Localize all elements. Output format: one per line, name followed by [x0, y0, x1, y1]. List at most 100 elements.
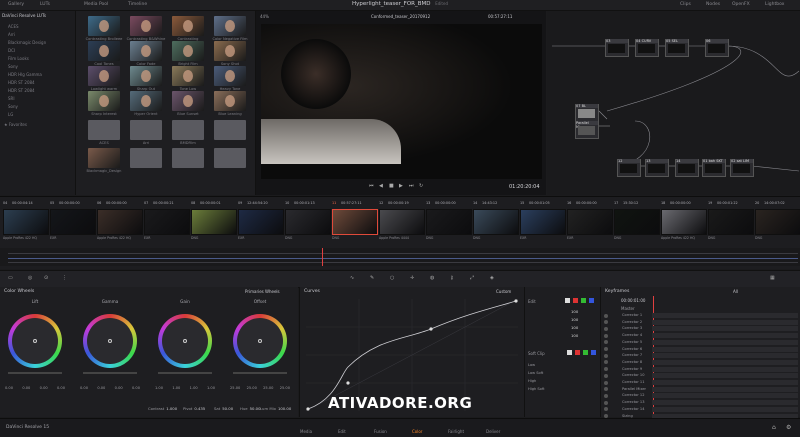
wheel-value[interactable]: 1.00 — [155, 386, 163, 390]
wheel-puck[interactable] — [258, 339, 262, 343]
timeline-clip[interactable] — [97, 209, 143, 235]
lut-category-favorites[interactable]: ★ Favorites — [4, 122, 27, 127]
page-fusion[interactable]: Fusion — [374, 429, 387, 434]
keyframe-track[interactable] — [652, 319, 798, 325]
color-wheel[interactable] — [233, 314, 287, 368]
channel-y-swatch[interactable] — [565, 298, 570, 303]
node-04-curv[interactable]: 04 CURV — [635, 39, 659, 57]
camera-raw-icon[interactable]: ▭ — [8, 275, 13, 281]
lut-thumbnail[interactable] — [88, 148, 120, 168]
tab-nodes[interactable]: Nodes — [706, 2, 720, 7]
wheel-master-slider[interactable] — [8, 372, 62, 374]
keyframe-track[interactable] — [652, 380, 798, 385]
lut-category[interactable]: HDR ST 2084 — [8, 80, 35, 85]
wheel-puck[interactable] — [108, 339, 112, 343]
keyframe-toggle[interactable] — [604, 333, 608, 338]
lut-folder-icon[interactable] — [130, 148, 162, 168]
lut-category[interactable]: DCI — [8, 48, 15, 53]
wheel-master-slider[interactable] — [158, 372, 212, 374]
node-06[interactable]: 06 — [705, 39, 729, 57]
param-value[interactable]: 50.00 — [250, 406, 261, 411]
timeline-clip[interactable] — [50, 209, 96, 235]
keyframe-track[interactable] — [652, 406, 798, 412]
wheel-value[interactable]: 0.00 — [22, 386, 30, 390]
lut-category[interactable]: HDR Hlg Gamma — [8, 72, 42, 77]
lut-category[interactable]: Sony — [8, 64, 18, 69]
color-wheels-icon[interactable]: ⊙ — [44, 275, 48, 281]
keyframe-track[interactable] — [652, 386, 798, 392]
wheel-puck[interactable] — [33, 339, 37, 343]
keyframe-toggle[interactable] — [604, 400, 608, 405]
lut-thumbnail[interactable] — [172, 41, 204, 61]
node-07-bl[interactable]: 07 BL — [575, 104, 599, 122]
lut-thumbnail[interactable] — [130, 66, 162, 86]
timeline-clip[interactable] — [426, 209, 472, 235]
lut-folder-icon[interactable] — [172, 148, 204, 168]
keyframe-toggle[interactable] — [604, 373, 608, 378]
lut-category[interactable]: LG — [8, 112, 13, 117]
lut-thumbnail[interactable] — [88, 41, 120, 61]
node-02-sat-lim[interactable]: 02 sat LIM — [730, 159, 754, 177]
curves-icon[interactable]: ∿ — [350, 275, 354, 281]
lut-category[interactable]: Arri — [8, 32, 15, 37]
keyframe-track[interactable] — [652, 313, 798, 318]
wheel-value[interactable]: 0.00 — [115, 386, 123, 390]
wheel-value[interactable]: 0.00 — [80, 386, 88, 390]
sizing-icon[interactable]: ⤢ — [470, 275, 474, 281]
keyframe-track[interactable] — [652, 339, 798, 345]
lut-thumbnail[interactable] — [130, 16, 162, 36]
primaries-wheels-select[interactable]: Primaries Wheels — [245, 289, 280, 294]
qualifier-icon[interactable]: ✎ — [370, 275, 374, 281]
lut-category[interactable]: ACES — [8, 24, 19, 29]
lut-folder-icon[interactable] — [214, 120, 246, 140]
keyframe-toggle[interactable] — [604, 313, 608, 318]
keyframe-toggle[interactable] — [604, 353, 608, 358]
timeline-clip[interactable] — [285, 209, 331, 235]
page-deliver[interactable]: Deliver — [486, 429, 500, 434]
timeline-clip[interactable] — [332, 209, 378, 235]
3d-icon[interactable]: ◈ — [490, 275, 494, 281]
keyframe-track[interactable] — [652, 333, 798, 339]
rgb-mixer-icon[interactable]: ⋮ — [62, 275, 67, 281]
timeline-clip[interactable] — [614, 209, 660, 235]
page-color[interactable]: Color — [412, 429, 422, 434]
blur-icon[interactable]: ◍ — [430, 275, 434, 281]
lut-thumbnail[interactable] — [130, 91, 162, 111]
skip-back-icon[interactable]: ⏮ — [369, 183, 374, 189]
lut-folder-icon[interactable] — [172, 120, 204, 140]
keyframe-track[interactable] — [652, 373, 798, 379]
channel-g-swatch[interactable] — [581, 298, 586, 303]
lut-category[interactable]: SRI — [8, 96, 15, 101]
node-14[interactable]: 14 — [675, 159, 699, 177]
page-edit[interactable]: Edit — [338, 429, 346, 434]
wheel-master-slider[interactable] — [83, 372, 137, 374]
lut-thumbnail[interactable] — [172, 66, 204, 86]
wheel-value[interactable]: 1.00 — [190, 386, 198, 390]
wheel-value[interactable]: 0.00 — [57, 386, 65, 390]
node-12[interactable]: 12 — [617, 159, 641, 177]
wheel-value[interactable]: 25.00 — [247, 386, 257, 390]
param-sat[interactable]: Sat 50.00 — [214, 406, 233, 411]
channel-r-swatch[interactable] — [573, 298, 578, 303]
lut-thumbnail[interactable] — [214, 66, 246, 86]
wheel-value[interactable]: 25.00 — [263, 386, 273, 390]
wheel-value[interactable]: 25.00 — [280, 386, 290, 390]
keyframe-track[interactable] — [652, 400, 798, 406]
curve-value[interactable]: 100 — [571, 317, 578, 322]
window-icon[interactable]: ○ — [390, 275, 394, 281]
lut-folder-icon[interactable] — [214, 148, 246, 168]
color-wheel[interactable] — [158, 314, 212, 368]
wheel-puck[interactable] — [183, 339, 187, 343]
soft-clip-g-swatch[interactable] — [583, 350, 588, 355]
timeline-clip[interactable] — [379, 209, 425, 235]
tab-clips[interactable]: Clips — [680, 2, 691, 7]
viewer-zoom[interactable]: 44% — [260, 14, 269, 19]
key-icon[interactable]: ⚷ — [450, 275, 454, 281]
keyframe-toggle[interactable] — [604, 347, 608, 351]
lut-folder-icon[interactable] — [130, 120, 162, 140]
wheel-value[interactable]: 0.00 — [97, 386, 105, 390]
skip-forward-icon[interactable]: ⏭ — [409, 183, 414, 189]
color-match-icon[interactable]: ◎ — [28, 275, 32, 281]
wheel-value[interactable]: 1.00 — [172, 386, 180, 390]
lut-category[interactable]: Film Looks — [8, 56, 29, 61]
